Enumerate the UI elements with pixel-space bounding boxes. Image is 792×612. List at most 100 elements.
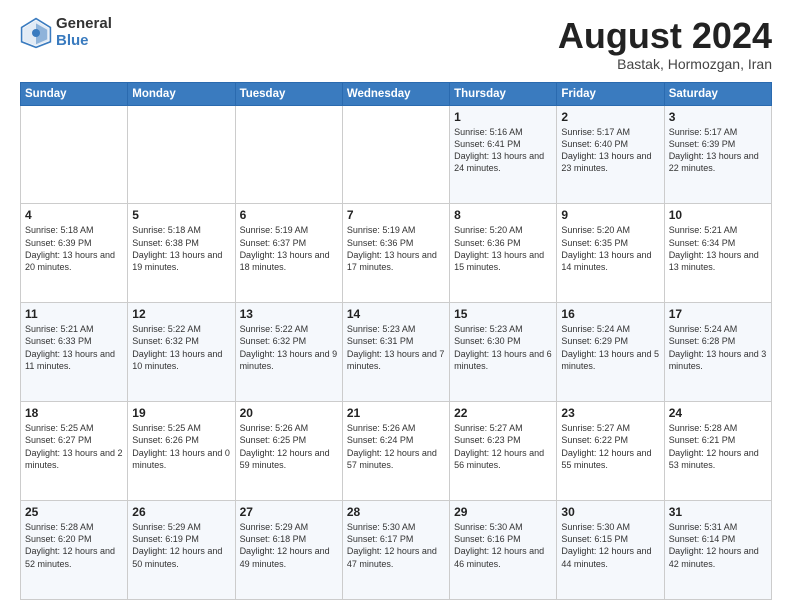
- day-number: 25: [25, 505, 123, 519]
- day-info: Sunrise: 5:22 AMSunset: 6:32 PMDaylight:…: [240, 323, 338, 372]
- day-number: 30: [561, 505, 659, 519]
- day-number: 18: [25, 406, 123, 420]
- day-info: Sunrise: 5:16 AMSunset: 6:41 PMDaylight:…: [454, 126, 552, 175]
- day-info: Sunrise: 5:28 AMSunset: 6:21 PMDaylight:…: [669, 422, 767, 471]
- day-number: 31: [669, 505, 767, 519]
- calendar-cell-w1-d6: 2 Sunrise: 5:17 AMSunset: 6:40 PMDaylight…: [557, 105, 664, 204]
- calendar-cell-w4-d5: 22Sunrise: 5:27 AMSunset: 6:23 PMDayligh…: [450, 402, 557, 501]
- week-row-1: 1Sunrise: 5:16 AMSunset: 6:41 PMDaylight…: [21, 105, 772, 204]
- week-row-4: 18 Sunrise: 5:25 AMSunset: 6:27 PMDayligh…: [21, 402, 772, 501]
- day-number: 29: [454, 505, 552, 519]
- calendar: Sunday Monday Tuesday Wednesday Thursday…: [20, 82, 772, 600]
- day-info: Sunrise: 5:27 AMSunset: 6:22 PMDaylight:…: [561, 422, 659, 471]
- calendar-cell-w1-d5: 1Sunrise: 5:16 AMSunset: 6:41 PMDaylight…: [450, 105, 557, 204]
- day-number: 3: [669, 110, 767, 124]
- day-info: Sunrise: 5:17 AMSunset: 6:40 PMDaylight:…: [561, 126, 659, 175]
- day-number: 22: [454, 406, 552, 420]
- day-number: 17: [669, 307, 767, 321]
- calendar-cell-w1-d3: [235, 105, 342, 204]
- calendar-cell-w5-d7: 31Sunrise: 5:31 AMSunset: 6:14 PMDayligh…: [664, 501, 771, 600]
- logo-blue-text: Blue: [56, 33, 112, 50]
- calendar-cell-w5-d2: 26 Sunrise: 5:29 AMSunset: 6:19 PMDayligh…: [128, 501, 235, 600]
- day-info: Sunrise: 5:26 AMSunset: 6:25 PMDaylight:…: [240, 422, 338, 471]
- calendar-cell-w3-d4: 14Sunrise: 5:23 AMSunset: 6:31 PMDayligh…: [342, 303, 449, 402]
- day-number: 8: [454, 208, 552, 222]
- day-number: 9: [561, 208, 659, 222]
- calendar-cell-w4-d3: 20 Sunrise: 5:26 AMSunset: 6:25 PMDayligh…: [235, 402, 342, 501]
- week-row-2: 4 Sunrise: 5:18 AMSunset: 6:39 PMDaylight…: [21, 204, 772, 303]
- calendar-cell-w4-d7: 24 Sunrise: 5:28 AMSunset: 6:21 PMDayligh…: [664, 402, 771, 501]
- calendar-cell-w4-d1: 18 Sunrise: 5:25 AMSunset: 6:27 PMDayligh…: [21, 402, 128, 501]
- calendar-cell-w4-d2: 19 Sunrise: 5:25 AMSunset: 6:26 PMDayligh…: [128, 402, 235, 501]
- day-number: 14: [347, 307, 445, 321]
- day-number: 21: [347, 406, 445, 420]
- day-info: Sunrise: 5:18 AMSunset: 6:39 PMDaylight:…: [25, 224, 123, 273]
- header-monday: Monday: [128, 82, 235, 105]
- day-info: Sunrise: 5:30 AMSunset: 6:17 PMDaylight:…: [347, 521, 445, 570]
- day-number: 19: [132, 406, 230, 420]
- logo: General Blue: [20, 16, 112, 49]
- header-saturday: Saturday: [664, 82, 771, 105]
- calendar-cell-w3-d6: 16 Sunrise: 5:24 AMSunset: 6:29 PMDayligh…: [557, 303, 664, 402]
- day-info: Sunrise: 5:21 AMSunset: 6:34 PMDaylight:…: [669, 224, 767, 273]
- day-number: 13: [240, 307, 338, 321]
- calendar-cell-w3-d1: 11Sunrise: 5:21 AMSunset: 6:33 PMDayligh…: [21, 303, 128, 402]
- calendar-cell-w5-d5: 29Sunrise: 5:30 AMSunset: 6:16 PMDayligh…: [450, 501, 557, 600]
- calendar-header-row: Sunday Monday Tuesday Wednesday Thursday…: [21, 82, 772, 105]
- day-number: 4: [25, 208, 123, 222]
- day-number: 10: [669, 208, 767, 222]
- day-number: 5: [132, 208, 230, 222]
- header-tuesday: Tuesday: [235, 82, 342, 105]
- month-title: August 2024: [558, 16, 772, 56]
- title-block: August 2024 Bastak, Hormozgan, Iran: [558, 16, 772, 72]
- calendar-cell-w1-d2: [128, 105, 235, 204]
- calendar-cell-w3-d5: 15 Sunrise: 5:23 AMSunset: 6:30 PMDayligh…: [450, 303, 557, 402]
- day-info: Sunrise: 5:26 AMSunset: 6:24 PMDaylight:…: [347, 422, 445, 471]
- day-info: Sunrise: 5:21 AMSunset: 6:33 PMDaylight:…: [25, 323, 123, 372]
- day-number: 23: [561, 406, 659, 420]
- day-number: 6: [240, 208, 338, 222]
- day-number: 28: [347, 505, 445, 519]
- location-subtitle: Bastak, Hormozgan, Iran: [558, 56, 772, 72]
- calendar-cell-w2-d6: 9 Sunrise: 5:20 AMSunset: 6:35 PMDaylight…: [557, 204, 664, 303]
- header: General Blue August 2024 Bastak, Hormozg…: [20, 16, 772, 72]
- day-number: 15: [454, 307, 552, 321]
- day-info: Sunrise: 5:28 AMSunset: 6:20 PMDaylight:…: [25, 521, 123, 570]
- day-number: 20: [240, 406, 338, 420]
- header-wednesday: Wednesday: [342, 82, 449, 105]
- day-info: Sunrise: 5:18 AMSunset: 6:38 PMDaylight:…: [132, 224, 230, 273]
- calendar-cell-w2-d3: 6Sunrise: 5:19 AMSunset: 6:37 PMDaylight…: [235, 204, 342, 303]
- day-info: Sunrise: 5:25 AMSunset: 6:27 PMDaylight:…: [25, 422, 123, 471]
- day-info: Sunrise: 5:29 AMSunset: 6:19 PMDaylight:…: [132, 521, 230, 570]
- calendar-cell-w5-d4: 28 Sunrise: 5:30 AMSunset: 6:17 PMDayligh…: [342, 501, 449, 600]
- day-number: 26: [132, 505, 230, 519]
- day-info: Sunrise: 5:19 AMSunset: 6:36 PMDaylight:…: [347, 224, 445, 273]
- day-number: 2: [561, 110, 659, 124]
- calendar-cell-w2-d2: 5 Sunrise: 5:18 AMSunset: 6:38 PMDaylight…: [128, 204, 235, 303]
- day-number: 27: [240, 505, 338, 519]
- calendar-cell-w4-d6: 23 Sunrise: 5:27 AMSunset: 6:22 PMDayligh…: [557, 402, 664, 501]
- calendar-cell-w5-d6: 30Sunrise: 5:30 AMSunset: 6:15 PMDayligh…: [557, 501, 664, 600]
- calendar-cell-w3-d2: 12 Sunrise: 5:22 AMSunset: 6:32 PMDayligh…: [128, 303, 235, 402]
- header-friday: Friday: [557, 82, 664, 105]
- calendar-cell-w2-d1: 4 Sunrise: 5:18 AMSunset: 6:39 PMDaylight…: [21, 204, 128, 303]
- day-number: 7: [347, 208, 445, 222]
- calendar-cell-w3-d3: 13 Sunrise: 5:22 AMSunset: 6:32 PMDayligh…: [235, 303, 342, 402]
- day-number: 16: [561, 307, 659, 321]
- day-info: Sunrise: 5:25 AMSunset: 6:26 PMDaylight:…: [132, 422, 230, 471]
- day-info: Sunrise: 5:23 AMSunset: 6:30 PMDaylight:…: [454, 323, 552, 372]
- day-info: Sunrise: 5:24 AMSunset: 6:29 PMDaylight:…: [561, 323, 659, 372]
- calendar-cell-w2-d5: 8Sunrise: 5:20 AMSunset: 6:36 PMDaylight…: [450, 204, 557, 303]
- day-info: Sunrise: 5:20 AMSunset: 6:35 PMDaylight:…: [561, 224, 659, 273]
- calendar-cell-w2-d4: 7 Sunrise: 5:19 AMSunset: 6:36 PMDaylight…: [342, 204, 449, 303]
- logo-icon: [20, 17, 52, 49]
- day-number: 12: [132, 307, 230, 321]
- day-info: Sunrise: 5:24 AMSunset: 6:28 PMDaylight:…: [669, 323, 767, 372]
- week-row-3: 11Sunrise: 5:21 AMSunset: 6:33 PMDayligh…: [21, 303, 772, 402]
- header-sunday: Sunday: [21, 82, 128, 105]
- day-info: Sunrise: 5:22 AMSunset: 6:32 PMDaylight:…: [132, 323, 230, 372]
- day-info: Sunrise: 5:29 AMSunset: 6:18 PMDaylight:…: [240, 521, 338, 570]
- page: General Blue August 2024 Bastak, Hormozg…: [0, 0, 792, 612]
- logo-general-text: General: [56, 16, 112, 33]
- day-number: 24: [669, 406, 767, 420]
